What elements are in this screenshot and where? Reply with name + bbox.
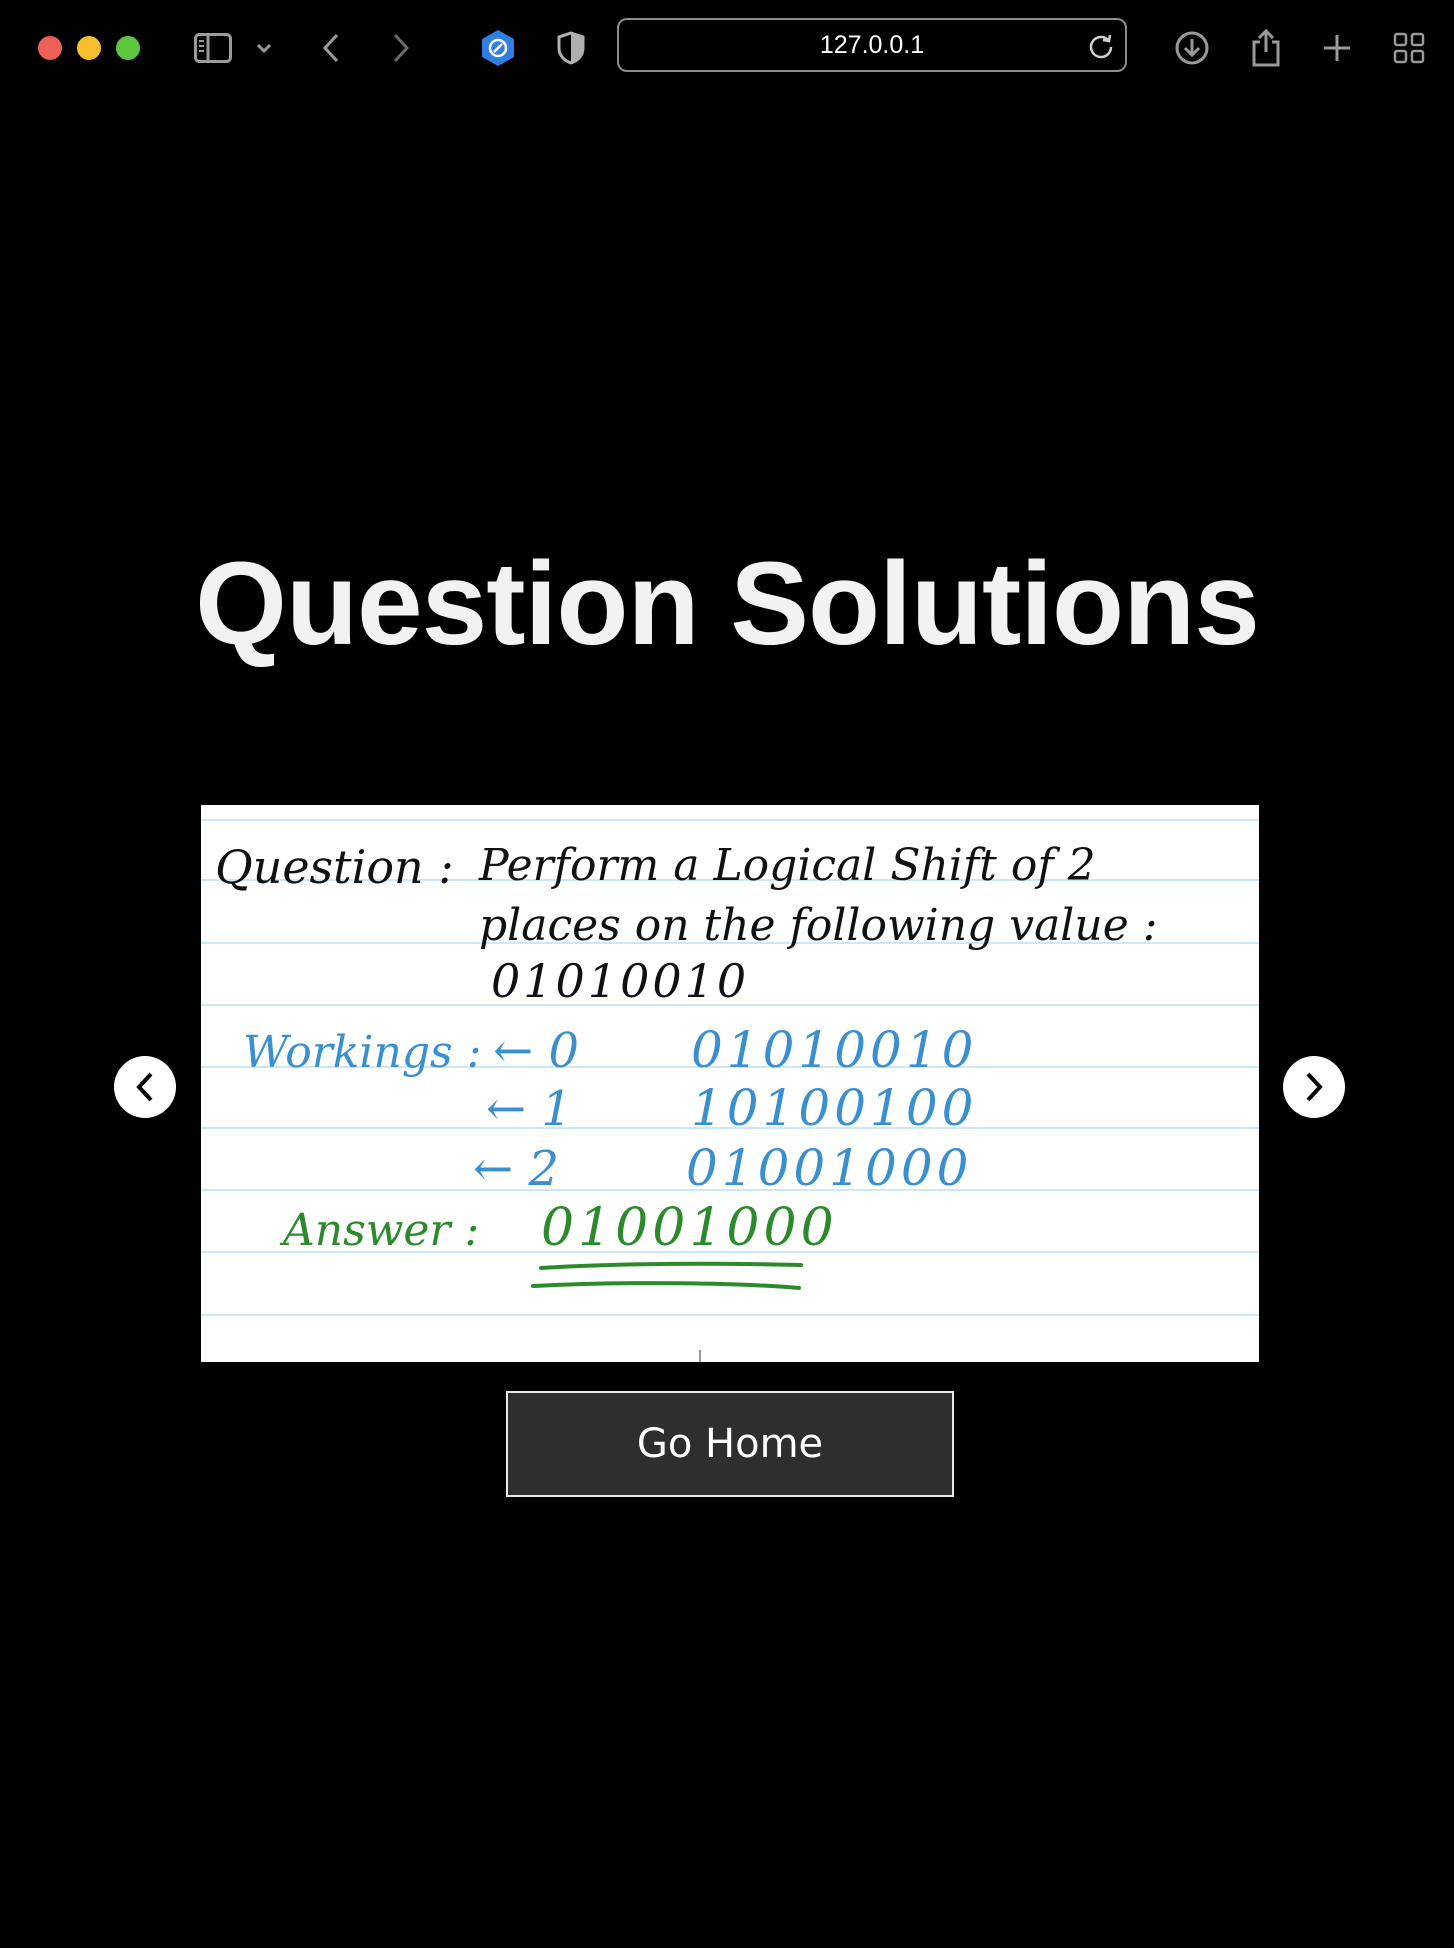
new-tab-icon[interactable] <box>1320 20 1354 76</box>
carousel-prev-button[interactable] <box>114 1056 176 1118</box>
answer-value: 01001000 <box>541 1198 838 1258</box>
download-icon[interactable] <box>1173 20 1211 76</box>
shield-icon[interactable] <box>555 20 587 76</box>
close-window-button[interactable] <box>38 36 62 60</box>
shift-0: ← 0 <box>493 1023 579 1079</box>
answer-label: Answer : <box>279 1205 479 1256</box>
question-value: 01010010 <box>491 954 749 1008</box>
chevron-right-icon <box>1306 1072 1323 1102</box>
back-icon[interactable] <box>318 20 344 76</box>
url-text: 127.0.0.1 <box>819 30 925 59</box>
sidebar-icon[interactable] <box>192 20 234 76</box>
handwritten-solution: Question : Perform a Logical Shift of 2 … <box>201 819 1259 1362</box>
question-label: Question : <box>215 840 454 894</box>
carousel-next-button[interactable] <box>1283 1056 1345 1118</box>
share-icon[interactable] <box>1249 20 1283 76</box>
shift-1: ← 1 <box>486 1081 572 1137</box>
extension-icon[interactable] <box>478 20 518 76</box>
page-title: Question Solutions <box>195 538 1260 670</box>
reload-icon[interactable] <box>1087 32 1115 65</box>
tab-overview-icon[interactable] <box>1391 20 1427 76</box>
working-value-0: 01010010 <box>691 1021 978 1079</box>
working-value-1: 10100100 <box>691 1079 978 1137</box>
address-bar[interactable]: 127.0.0.1 <box>617 18 1127 72</box>
question-text-line-2: places on the following value : <box>479 900 1158 951</box>
chevron-left-icon <box>136 1072 153 1102</box>
question-text-line-1: Perform a Logical Shift of 2 <box>478 840 1096 891</box>
shift-2: ← 2 <box>473 1141 559 1197</box>
minimize-window-button[interactable] <box>77 36 101 60</box>
go-home-button[interactable]: Go Home <box>506 1391 954 1497</box>
forward-icon[interactable] <box>388 20 414 76</box>
browser-toolbar: 127.0.0.1 <box>0 0 1454 96</box>
solution-slide: Question : Perform a Logical Shift of 2 … <box>201 805 1259 1362</box>
answer-underline <box>531 1261 803 1290</box>
chevron-down-icon[interactable] <box>254 20 274 76</box>
working-value-2: 01001000 <box>686 1139 973 1197</box>
workings-label: Workings : <box>243 1027 481 1078</box>
zoom-window-button[interactable] <box>116 36 140 60</box>
